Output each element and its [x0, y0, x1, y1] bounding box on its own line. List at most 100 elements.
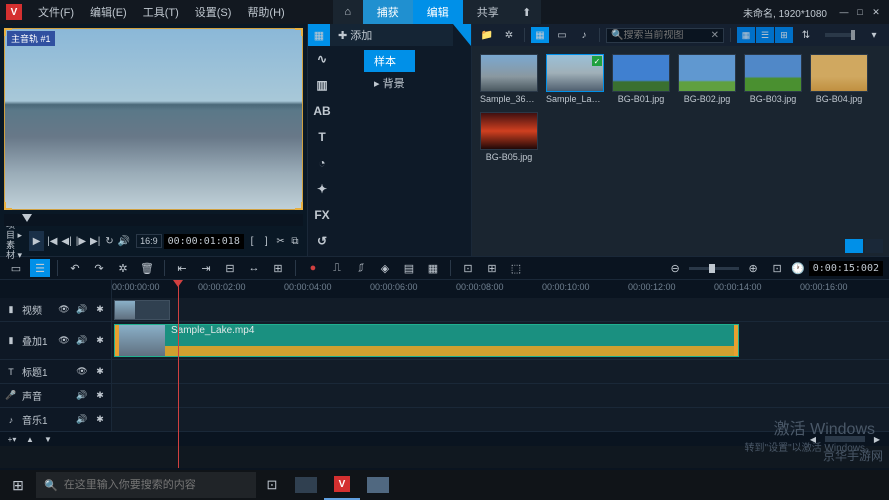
- play-button[interactable]: ▶: [29, 231, 44, 251]
- tl-chapter-icon[interactable]: ▤: [399, 259, 419, 277]
- libtool-fx-icon[interactable]: FX: [308, 202, 336, 228]
- track-overlay-lock[interactable]: ✱: [93, 334, 107, 348]
- tab-home[interactable]: ⌂: [333, 0, 363, 24]
- goto-start-button[interactable]: |◀: [46, 232, 58, 250]
- tl-record-icon[interactable]: ●: [303, 259, 323, 277]
- view-large-icon[interactable]: ▦: [737, 27, 755, 43]
- add-track-icon[interactable]: +▾: [6, 434, 18, 444]
- import-folder-icon[interactable]: 📁: [478, 27, 496, 43]
- media-thumb-5[interactable]: [810, 54, 868, 92]
- zoom-out-icon[interactable]: ⊖: [665, 259, 685, 277]
- footer-options-icon[interactable]: [865, 239, 883, 253]
- media-search-input[interactable]: [623, 30, 710, 41]
- track-overlay-mute[interactable]: 🔊: [75, 334, 89, 348]
- libtool-graphics-icon[interactable]: ◔: [308, 150, 336, 176]
- tl-delete-icon[interactable]: 🗑: [137, 259, 157, 277]
- libtool-audio-icon[interactable]: ∿: [308, 46, 336, 72]
- media-search[interactable]: 🔍 ✕: [606, 28, 724, 43]
- footer-tag-icon[interactable]: [845, 239, 863, 253]
- tab-export-icon[interactable]: ⬆: [513, 0, 541, 24]
- tl-tools-icon[interactable]: ✲: [113, 259, 133, 277]
- track-music-lock[interactable]: ✱: [93, 413, 107, 427]
- libtool-text-icon[interactable]: T: [308, 124, 336, 150]
- filter-all-icon[interactable]: ▦: [531, 27, 549, 43]
- media-thumb-3[interactable]: [678, 54, 736, 92]
- track-video-lock[interactable]: ✱: [93, 303, 107, 317]
- tl-slip-icon[interactable]: ⇤: [172, 259, 192, 277]
- tl-track-motion-icon[interactable]: ⊡: [458, 259, 478, 277]
- menu-edit[interactable]: 编辑(E): [82, 4, 135, 20]
- menu-tools[interactable]: 工具(T): [135, 4, 187, 20]
- thumb-size-slider[interactable]: [825, 33, 855, 37]
- add-media-button[interactable]: ✚ 添加: [330, 24, 453, 46]
- fit-timeline-icon[interactable]: ⊡: [767, 259, 787, 277]
- menu-file[interactable]: 文件(F): [30, 4, 82, 20]
- track-voice-mute[interactable]: 🔊: [75, 389, 89, 403]
- task-app-3[interactable]: [360, 470, 396, 500]
- collapse-panel-icon[interactable]: ▾: [865, 27, 883, 43]
- tab-capture[interactable]: 捕获: [363, 0, 413, 24]
- minimize-icon[interactable]: —: [837, 5, 851, 19]
- track-video-mute[interactable]: 🔊: [75, 303, 89, 317]
- media-thumb-0[interactable]: [480, 54, 538, 92]
- libtool-motion-icon[interactable]: ↺: [308, 228, 336, 254]
- zoom-in-icon[interactable]: ⊕: [743, 259, 763, 277]
- split-button[interactable]: ✂: [274, 232, 286, 250]
- taskbar-search[interactable]: 🔍: [36, 472, 256, 498]
- view-list-icon[interactable]: ☰: [756, 27, 774, 43]
- library-tab-media[interactable]: ▦: [308, 24, 330, 46]
- snapshot-button[interactable]: ⧉: [289, 232, 301, 250]
- project-duration[interactable]: 0:00:15:002: [809, 261, 883, 276]
- tree-sample[interactable]: 样本: [364, 50, 415, 72]
- loop-button[interactable]: ↻: [103, 232, 115, 250]
- tl-marker-icon[interactable]: ◈: [375, 259, 395, 277]
- menu-help[interactable]: 帮助(H): [239, 4, 292, 20]
- step-back-button[interactable]: ◀|: [60, 232, 72, 250]
- libtool-titles-icon[interactable]: AB: [308, 98, 336, 124]
- maximize-icon[interactable]: □: [853, 5, 867, 19]
- tl-mixer-icon[interactable]: ⎍: [327, 259, 347, 277]
- video-clip[interactable]: [114, 300, 170, 320]
- tl-stretch-icon[interactable]: ↔: [244, 259, 264, 277]
- tl-roll-icon[interactable]: ⊟: [220, 259, 240, 277]
- volume-button[interactable]: 🔊: [118, 232, 130, 250]
- libtool-filters-icon[interactable]: ✦: [308, 176, 336, 202]
- task-view-icon[interactable]: ⊡: [256, 470, 288, 500]
- tree-background[interactable]: ▸ 背景: [364, 72, 415, 94]
- menu-settings[interactable]: 设置(S): [187, 4, 240, 20]
- scroll-down-icon[interactable]: ▼: [42, 434, 54, 444]
- tab-edit[interactable]: 编辑: [413, 0, 463, 24]
- tl-subtitle-icon[interactable]: ▦: [423, 259, 443, 277]
- tl-3d-icon[interactable]: ⬚: [506, 259, 526, 277]
- preview-scrubber[interactable]: [4, 214, 303, 226]
- media-thumb-1[interactable]: ✓: [546, 54, 604, 92]
- step-fwd-button[interactable]: |▶: [75, 232, 87, 250]
- overlay-clip[interactable]: Sample_Lake.mp4: [114, 324, 739, 357]
- mark-in-button[interactable]: [: [246, 232, 258, 250]
- add-dropdown-icon[interactable]: [453, 24, 471, 46]
- close-icon[interactable]: ✕: [869, 5, 883, 19]
- preview-viewport[interactable]: 主音轨 #1: [4, 28, 303, 210]
- filter-photo-icon[interactable]: ▭: [553, 27, 571, 43]
- view-detail-icon[interactable]: ⊞: [775, 27, 793, 43]
- taskbar-search-input[interactable]: [64, 479, 248, 491]
- sort-icon[interactable]: ⇅: [797, 27, 815, 43]
- media-thumb-2[interactable]: [612, 54, 670, 92]
- tl-multicam-icon[interactable]: ⊞: [482, 259, 502, 277]
- start-button[interactable]: ⊞: [0, 470, 36, 500]
- track-voice-lock[interactable]: ✱: [93, 389, 107, 403]
- tl-storyboard-icon[interactable]: ▭: [6, 259, 26, 277]
- goto-end-button[interactable]: ▶|: [89, 232, 101, 250]
- track-video-vis[interactable]: 👁: [57, 303, 71, 317]
- tl-redo-icon[interactable]: ↷: [89, 259, 109, 277]
- scroll-up-icon[interactable]: ▲: [24, 434, 36, 444]
- import-settings-icon[interactable]: ✲: [500, 27, 518, 43]
- media-thumb-4[interactable]: [744, 54, 802, 92]
- track-title-vis[interactable]: 👁: [75, 365, 89, 379]
- libtool-transitions-icon[interactable]: ▥: [308, 72, 336, 98]
- tl-timeline-icon[interactable]: ☰: [30, 259, 50, 277]
- task-app-1[interactable]: [288, 470, 324, 500]
- track-music-mute[interactable]: 🔊: [75, 413, 89, 427]
- tl-undo-icon[interactable]: ↶: [65, 259, 85, 277]
- preview-timecode[interactable]: 00:00:01:018: [164, 234, 244, 249]
